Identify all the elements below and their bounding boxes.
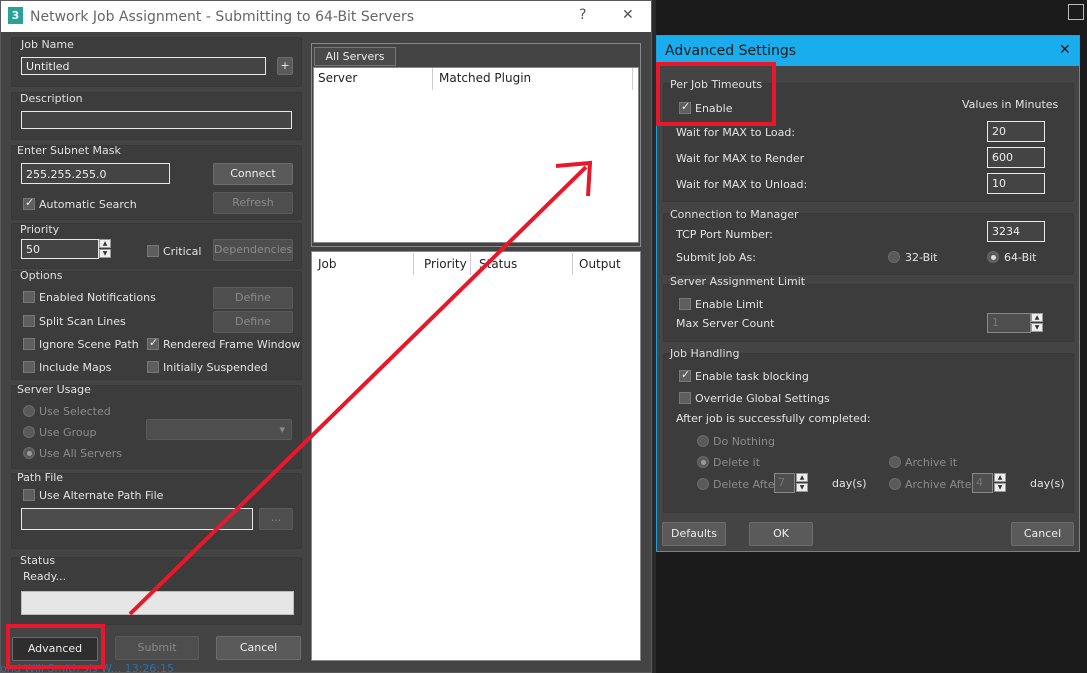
arrow-line bbox=[128, 165, 588, 616]
annotation-arrow bbox=[128, 160, 593, 616]
